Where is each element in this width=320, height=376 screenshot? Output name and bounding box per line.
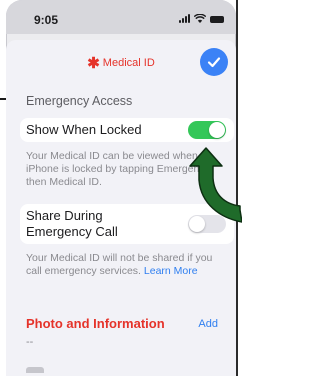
status-bar: 9:05 (6, 0, 236, 34)
show-when-locked-label: Show When Locked (26, 122, 142, 137)
section-header-emergency-access: Emergency Access (26, 94, 133, 108)
show-when-locked-toggle[interactable] (188, 121, 226, 139)
photo-info-placeholder: -- (26, 336, 34, 348)
show-when-locked-row[interactable]: Show When Locked (20, 118, 234, 142)
done-button[interactable] (200, 48, 228, 76)
screenshot-frame: 9:05 ✱ Medical ID Emergency Access Show … (0, 0, 242, 376)
wifi-icon (194, 14, 206, 23)
toggle-knob (209, 122, 225, 138)
status-icons (179, 14, 224, 23)
photo-and-information-title: Photo and Information (26, 316, 165, 331)
sheet-title: Medical ID (102, 57, 155, 69)
battery-icon (210, 16, 224, 23)
status-time: 9:05 (34, 13, 59, 27)
asterisk-icon: ✱ (87, 54, 100, 72)
annotation-arrow-icon (189, 147, 242, 223)
checkmark-icon (207, 57, 221, 68)
signal-icon (179, 14, 190, 23)
learn-more-link[interactable]: Learn More (144, 265, 198, 277)
cutoff-row-fragment (26, 367, 44, 373)
share-during-call-label: Share During Emergency Call (26, 208, 118, 239)
share-during-call-footnote: Your Medical ID will not be shared if yo… (26, 252, 231, 278)
add-button[interactable]: Add (198, 318, 218, 330)
